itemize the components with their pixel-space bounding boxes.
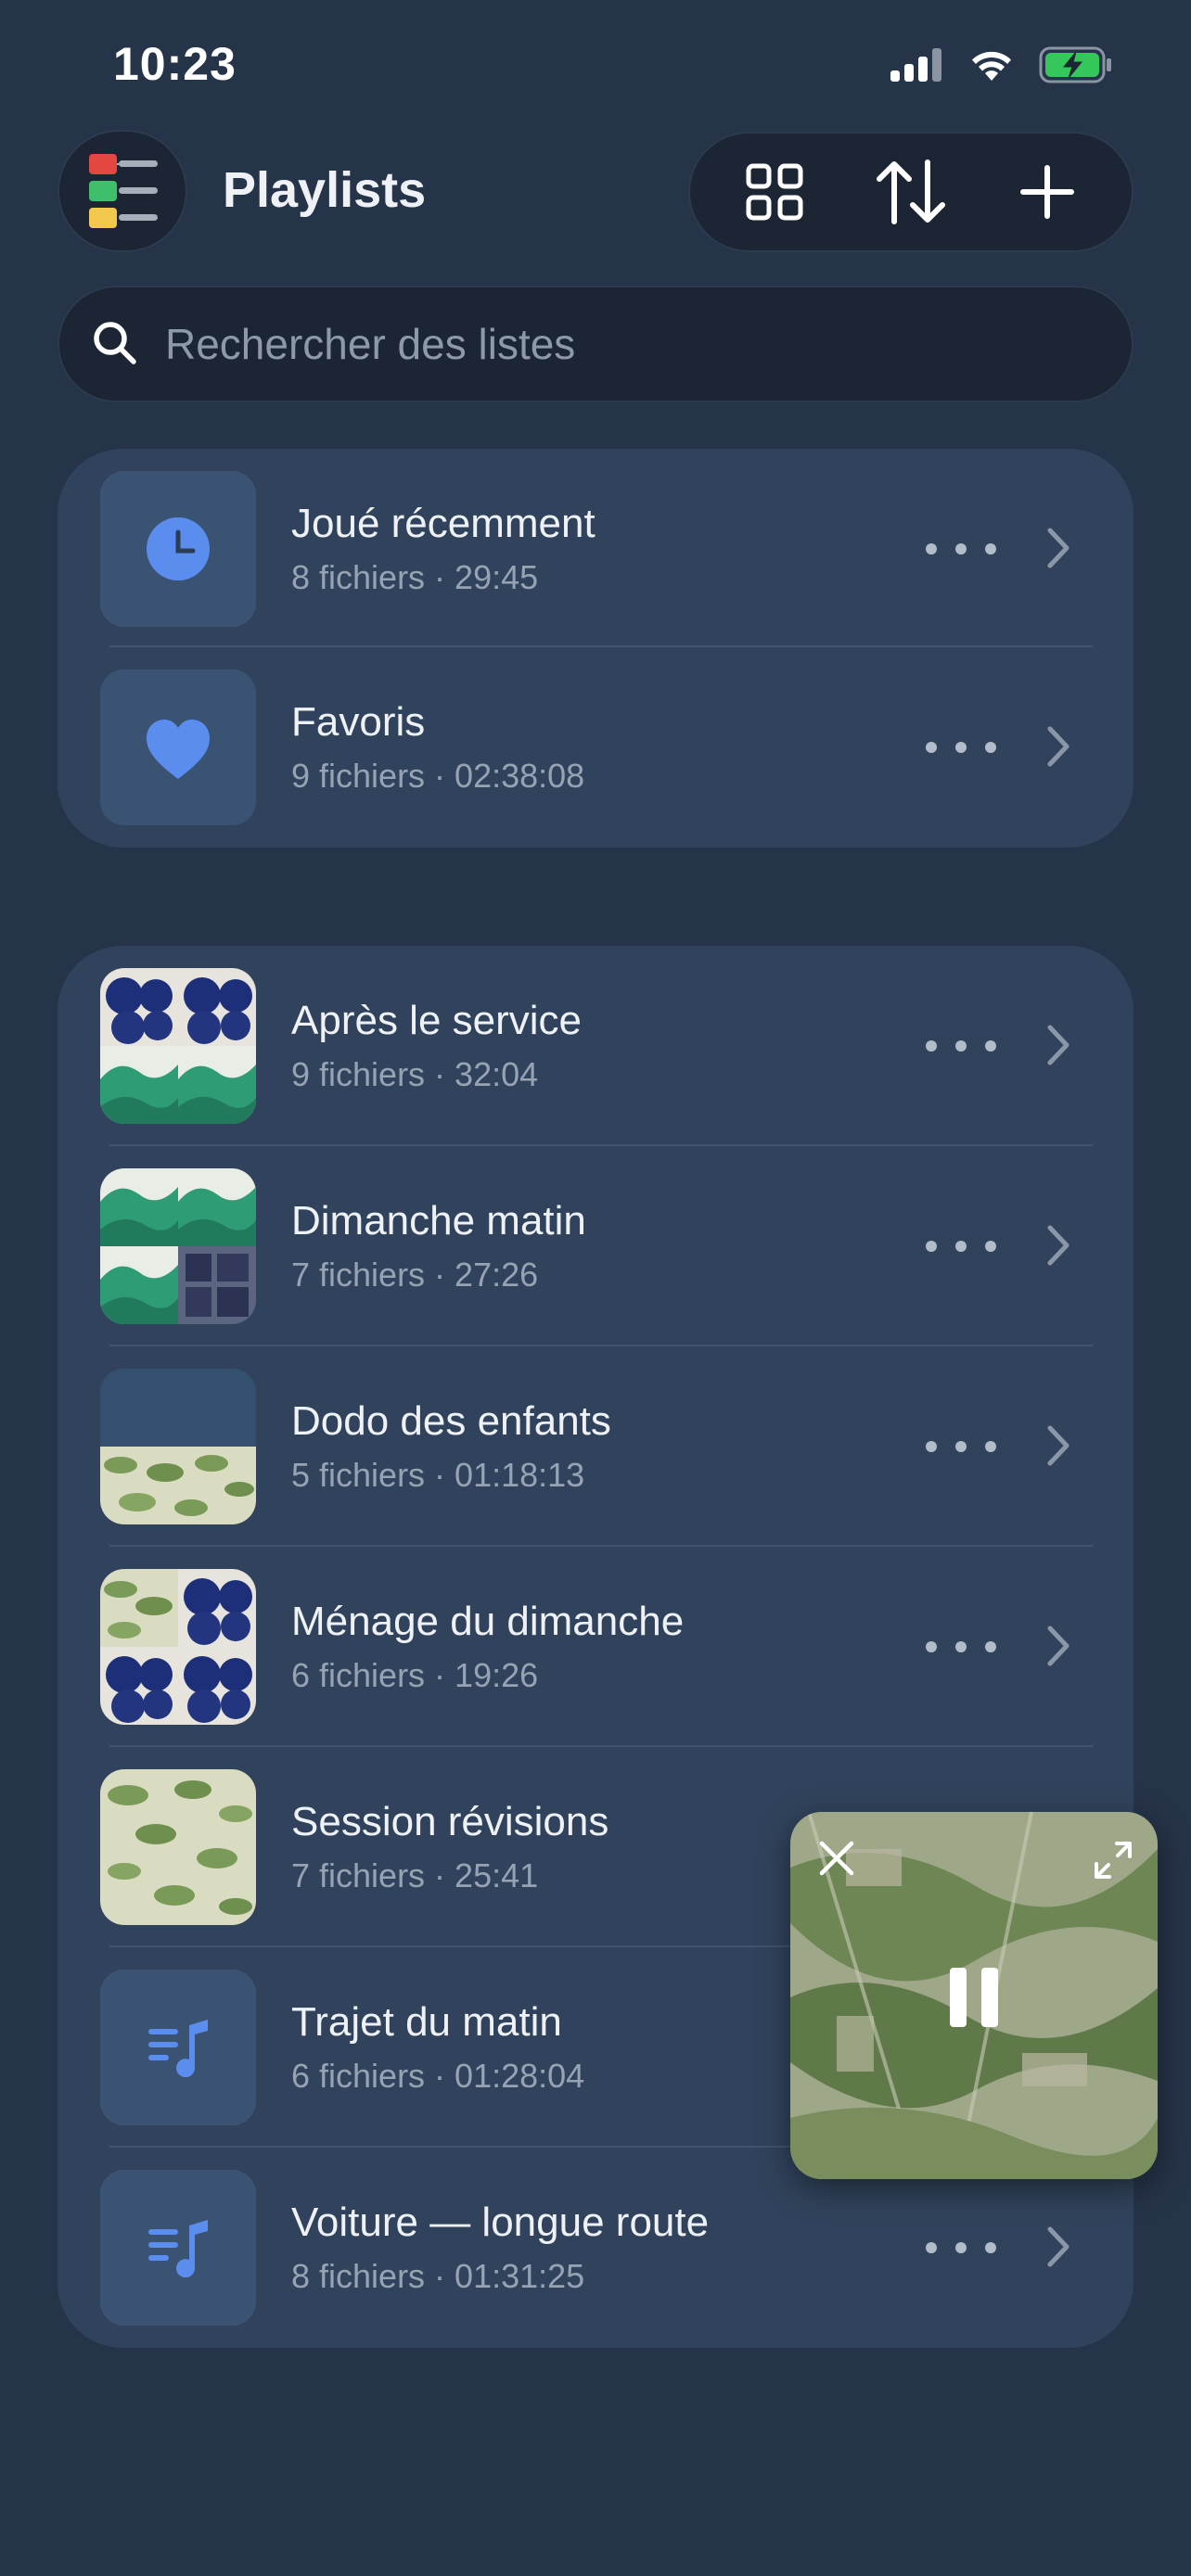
playlist-subtitle: 8 fichiers · 29:45 — [291, 558, 539, 596]
playlist-thumbnail — [100, 670, 256, 825]
playlist-title: Session révisions — [291, 1799, 609, 1844]
list-item[interactable]: Dodo des enfants 5 fichiers · 01:18:13 — [58, 1346, 1133, 1547]
playlist-title: Trajet du matin — [291, 1999, 562, 2045]
playlist-thumbnail — [100, 1769, 256, 1925]
playlist-subtitle: 9 fichiers · 32:04 — [291, 1055, 539, 1093]
search-icon — [94, 322, 136, 364]
more-options-button[interactable] — [926, 725, 996, 770]
playlist-title: Après le service — [291, 998, 583, 1043]
album-mosaic-image — [100, 1168, 256, 1324]
grid-view-button[interactable] — [724, 141, 826, 243]
chevron-right-icon — [1047, 2226, 1069, 2267]
pause-icon[interactable] — [946, 1966, 1002, 2029]
list-item[interactable]: Favoris 9 fichiers · 02:38:08 — [58, 647, 1133, 848]
chevron-right-icon — [1047, 1425, 1069, 1466]
list-item[interactable]: Dimanche matin 7 fichiers · 27:26 — [58, 1146, 1133, 1346]
plus-icon — [1019, 165, 1074, 219]
grid-icon — [746, 163, 803, 221]
more-options-button[interactable] — [926, 1024, 996, 1068]
sort-arrows-icon — [876, 159, 945, 224]
list-item[interactable]: Après le service 9 fichiers · 32:04 — [58, 946, 1133, 1146]
playlist-thumbnail — [100, 2170, 256, 2326]
playlist-thumbnail — [100, 1369, 256, 1524]
expand-icon[interactable] — [1093, 1840, 1133, 1881]
cellular-signal-icon — [890, 48, 941, 82]
clock-icon — [100, 471, 256, 627]
playlist-subtitle: 6 fichiers · 19:26 — [291, 1656, 539, 1694]
more-options-button[interactable] — [926, 1224, 996, 1269]
album-mosaic-image — [100, 1569, 256, 1725]
search-input[interactable] — [165, 308, 1093, 380]
playlist-title: Voiture — longue route — [291, 2200, 710, 2245]
playlist-thumbnail — [100, 968, 256, 1124]
close-icon[interactable] — [818, 1840, 855, 1877]
toolbar — [688, 132, 1133, 252]
playlist-title: Joué récemment — [291, 501, 596, 546]
list-item[interactable]: Ménage du dimanche 6 fichiers · 19:26 — [58, 1547, 1133, 1747]
playlist-subtitle: 6 fichiers · 01:28:04 — [291, 2057, 585, 2095]
playlist-thumbnail — [100, 1569, 256, 1725]
playlist-subtitle: 9 fichiers · 02:38:08 — [291, 757, 585, 795]
playlist-thumbnail — [100, 1970, 256, 2125]
smart-lists-card: Joué récemment 8 fichiers · 29:45 Favori… — [58, 449, 1133, 848]
add-playlist-button[interactable] — [996, 141, 1098, 243]
menu-button[interactable] — [58, 130, 187, 252]
heart-icon — [100, 670, 256, 825]
chevron-right-icon — [1047, 1225, 1069, 1266]
playlist-subtitle: 7 fichiers · 27:26 — [291, 1256, 539, 1294]
list-item[interactable]: Joué récemment 8 fichiers · 29:45 — [58, 449, 1133, 649]
page-title: Playlists — [223, 162, 427, 218]
search-bar — [58, 286, 1133, 402]
playlist-subtitle: 8 fichiers · 01:31:25 — [291, 2257, 585, 2295]
playlist-subtitle: 5 fichiers · 01:18:13 — [291, 1456, 585, 1494]
playlist-title: Dimanche matin — [291, 1198, 586, 1243]
playlist-thumbnail — [100, 1168, 256, 1324]
playlist-thumbnail — [100, 471, 256, 627]
more-options-button[interactable] — [926, 2225, 996, 2270]
playlist-title: Dodo des enfants — [291, 1398, 611, 1444]
music-list-icon — [100, 2170, 256, 2326]
chevron-right-icon — [1047, 726, 1069, 767]
more-options-button[interactable] — [926, 1625, 996, 1669]
album-mosaic-image — [100, 968, 256, 1124]
playlist-subtitle: 7 fichiers · 25:41 — [291, 1856, 539, 1894]
playlist-title: Ménage du dimanche — [291, 1599, 685, 1644]
music-list-icon — [100, 1970, 256, 2125]
status-bar: 10:23 — [0, 0, 1191, 139]
chevron-right-icon — [1047, 528, 1069, 568]
chevron-right-icon — [1047, 1025, 1069, 1065]
header: Playlists — [0, 130, 1191, 260]
album-leaves-image — [100, 1769, 256, 1925]
chevron-right-icon — [1047, 1626, 1069, 1666]
status-icons — [890, 46, 1113, 83]
album-mosaic-image — [100, 1369, 256, 1524]
status-time: 10:23 — [113, 38, 237, 90]
mini-player[interactable] — [790, 1812, 1158, 2179]
playlist-title: Favoris — [291, 699, 426, 745]
colored-list-icon — [89, 154, 158, 228]
more-options-button[interactable] — [926, 527, 996, 571]
wifi-icon — [972, 51, 1011, 81]
sort-button[interactable] — [860, 141, 962, 243]
battery-charging-icon — [1039, 46, 1111, 83]
more-options-button[interactable] — [926, 1424, 996, 1469]
